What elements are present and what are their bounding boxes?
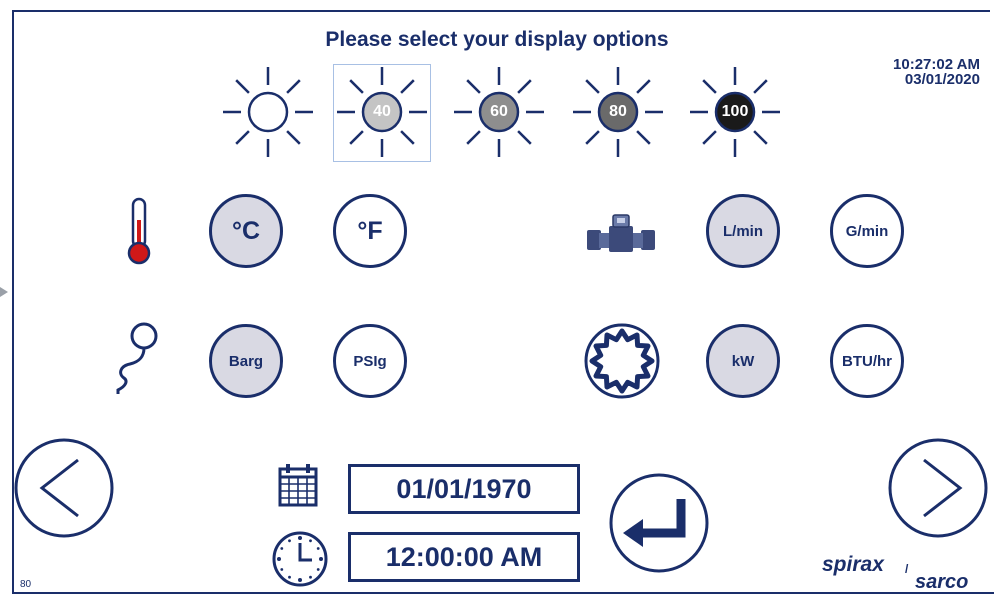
brightness-option-4[interactable]: 100 [685,62,785,162]
fahrenheit-button[interactable]: °F [333,194,407,268]
celsius-button[interactable]: °C [209,194,283,268]
brightness-label: 80 [609,103,627,120]
brightness-option-3[interactable]: 80 [568,62,668,162]
sun-gear-icon [583,322,661,405]
brightness-label [218,62,318,162]
chevron-left-icon [14,438,114,538]
date-field[interactable]: 01/01/1970 [348,464,580,514]
brightness-option-1[interactable]: 40 [332,62,432,162]
gallons-per-min-button[interactable]: G/min [830,194,904,268]
brightness-label: 60 [490,103,508,120]
psig-button[interactable]: PSIg [333,324,407,398]
brightness-label: 40 [373,103,391,120]
barg-button[interactable]: Barg [209,324,283,398]
flowmeter-icon [585,210,657,263]
thermometer-icon [120,196,160,273]
brand-logo-top: spirax [822,553,884,576]
clock-time: 10:27:02 AM [893,56,980,73]
screen-bottom-border [12,592,994,594]
chevron-right-icon [888,438,988,538]
enter-button[interactable] [609,473,709,578]
previous-page-button[interactable] [14,438,114,543]
time-field[interactable]: 12:00:00 AM [348,532,580,582]
brightness-label: 100 [721,103,749,120]
enter-icon [609,473,709,573]
brand-logo-slash: / [905,562,909,576]
next-page-button[interactable] [888,438,988,543]
clock-icon [271,530,329,593]
page-title: Please select your display options [325,28,669,51]
brightness-option-0[interactable] [218,62,318,162]
pressure-gauge-icon [108,320,168,401]
clock-display: 10:27:02 AM 03/01/2020 [893,57,980,87]
side-marker [0,287,8,297]
page-number: 80 [20,579,32,590]
brightness-option-2[interactable]: 60 [449,62,549,162]
kilowatt-button[interactable]: kW [706,324,780,398]
clock-date: 03/01/2020 [904,71,980,88]
brand-logo-bottom: sarco [915,571,969,593]
btu-per-hr-button[interactable]: BTU/hr [830,324,904,398]
liters-per-min-button[interactable]: L/min [706,194,780,268]
calendar-icon [276,462,324,515]
